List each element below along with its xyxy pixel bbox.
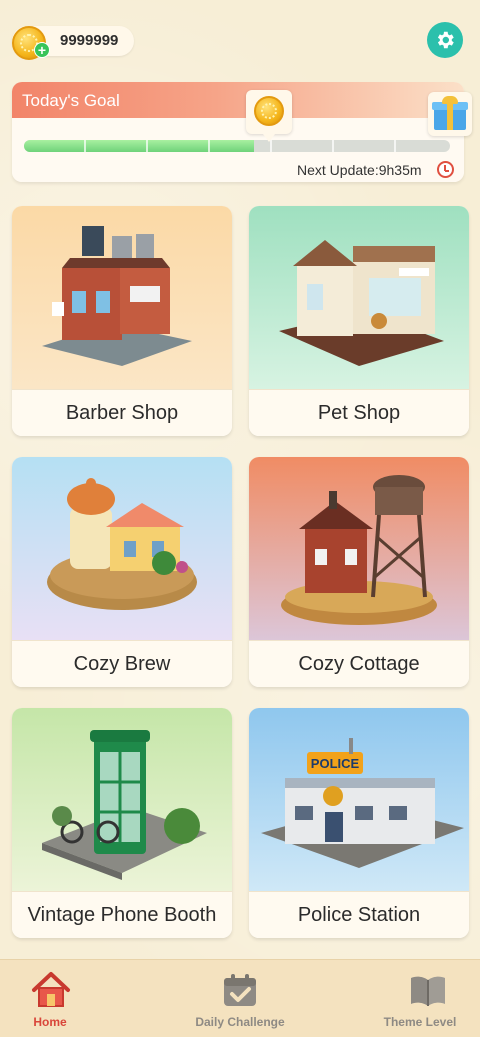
settings-button[interactable]: [427, 22, 463, 58]
add-coins-icon[interactable]: +: [34, 42, 50, 58]
gift-box-icon: [442, 96, 458, 104]
clock-icon: [437, 161, 454, 178]
gold-coin-icon: [254, 96, 284, 126]
theme-card-police-station[interactable]: POLICE Police Station: [249, 708, 469, 938]
vintage-phone-booth-image: [12, 708, 232, 891]
nav-theme-level-label: Theme Level: [383, 1015, 457, 1029]
theme-label: Barber Shop: [65, 401, 179, 424]
theme-card-vintage-phone-booth[interactable]: Vintage Phone Booth: [12, 708, 232, 938]
theme-label: Police Station: [297, 903, 421, 926]
cozy-brew-image: [12, 457, 232, 640]
theme-card-pet-shop[interactable]: Pet Shop: [249, 206, 469, 436]
barber-shop-image: [12, 206, 232, 389]
theme-card-barber-shop[interactable]: Barber Shop: [12, 206, 232, 436]
book-icon: [411, 976, 445, 1006]
gear-icon: [437, 31, 454, 49]
calendar-check-icon: [224, 974, 256, 1006]
coin-balance: 9999999: [60, 32, 119, 49]
nav-theme-level[interactable]: Theme Level: [360, 960, 480, 1037]
theme-label: Cozy Cottage: [298, 652, 420, 675]
theme-label: Cozy Brew: [73, 652, 171, 675]
theme-card-cozy-brew[interactable]: Cozy Brew: [12, 457, 232, 687]
nav-daily-challenge[interactable]: Daily Challenge: [160, 960, 320, 1037]
police-station-image: POLICE: [249, 708, 469, 891]
bottom-navigation: Home Daily Challenge Theme Level: [0, 959, 480, 1037]
nav-daily-challenge-label: Daily Challenge: [195, 1015, 285, 1029]
next-update-timer: Next Update:9h35m: [297, 162, 422, 178]
theme-label: Pet Shop: [317, 401, 401, 424]
goal-title: Today's Goal: [22, 91, 120, 110]
svg-text:POLICE: POLICE: [311, 756, 360, 771]
cozy-cottage-image: [249, 457, 469, 640]
gift-reward[interactable]: [428, 92, 472, 136]
goal-progress-bar: [24, 140, 450, 152]
goal-progress-fill: [24, 140, 255, 152]
milestone-reward[interactable]: [246, 90, 292, 134]
nav-home-label: Home: [33, 1015, 67, 1029]
nav-home[interactable]: Home: [0, 960, 100, 1037]
theme-card-cozy-cottage[interactable]: Cozy Cottage: [249, 457, 469, 687]
pet-shop-image: [249, 206, 469, 389]
theme-label: Vintage Phone Booth: [27, 903, 217, 926]
home-icon: [32, 972, 70, 1007]
